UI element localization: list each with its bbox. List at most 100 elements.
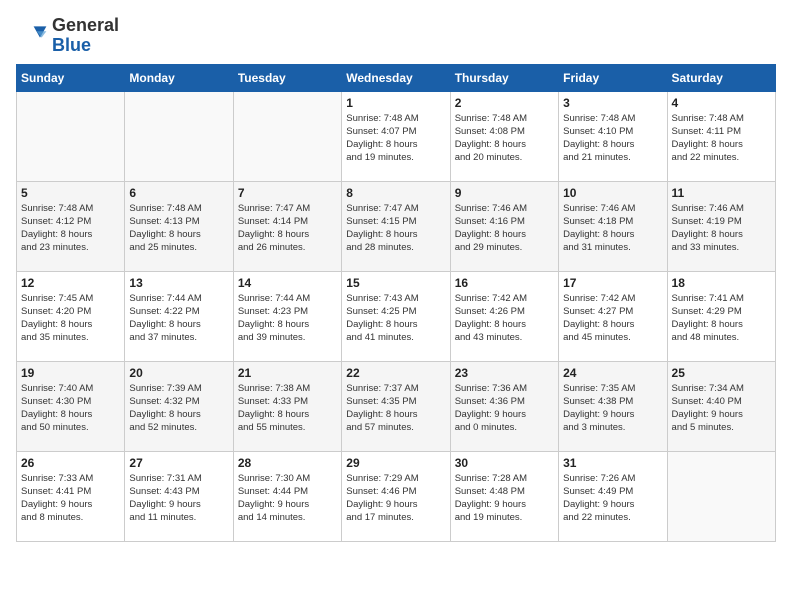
day-info: Sunrise: 7:40 AM Sunset: 4:30 PM Dayligh… xyxy=(21,382,120,435)
header-sunday: Sunday xyxy=(17,64,125,91)
day-info: Sunrise: 7:42 AM Sunset: 4:27 PM Dayligh… xyxy=(563,292,662,345)
day-cell: 11 Sunrise: 7:46 AM Sunset: 4:19 PM Dayli… xyxy=(667,181,775,271)
week-row-4: 26 Sunrise: 7:33 AM Sunset: 4:41 PM Dayli… xyxy=(17,451,776,541)
day-cell xyxy=(233,91,341,181)
day-number: 14 xyxy=(238,276,337,290)
day-info: Sunrise: 7:46 AM Sunset: 4:18 PM Dayligh… xyxy=(563,202,662,255)
day-info: Sunrise: 7:44 AM Sunset: 4:23 PM Dayligh… xyxy=(238,292,337,345)
day-info: Sunrise: 7:44 AM Sunset: 4:22 PM Dayligh… xyxy=(129,292,228,345)
week-row-1: 5 Sunrise: 7:48 AM Sunset: 4:12 PM Daylig… xyxy=(17,181,776,271)
day-number: 18 xyxy=(672,276,771,290)
logo-general: General xyxy=(52,16,119,36)
day-number: 29 xyxy=(346,456,445,470)
day-info: Sunrise: 7:48 AM Sunset: 4:10 PM Dayligh… xyxy=(563,112,662,165)
day-number: 6 xyxy=(129,186,228,200)
day-info: Sunrise: 7:26 AM Sunset: 4:49 PM Dayligh… xyxy=(563,472,662,525)
day-info: Sunrise: 7:35 AM Sunset: 4:38 PM Dayligh… xyxy=(563,382,662,435)
day-number: 26 xyxy=(21,456,120,470)
day-cell: 2 Sunrise: 7:48 AM Sunset: 4:08 PM Daylig… xyxy=(450,91,558,181)
day-number: 11 xyxy=(672,186,771,200)
day-info: Sunrise: 7:43 AM Sunset: 4:25 PM Dayligh… xyxy=(346,292,445,345)
day-info: Sunrise: 7:30 AM Sunset: 4:44 PM Dayligh… xyxy=(238,472,337,525)
day-number: 5 xyxy=(21,186,120,200)
day-info: Sunrise: 7:42 AM Sunset: 4:26 PM Dayligh… xyxy=(455,292,554,345)
day-cell: 21 Sunrise: 7:38 AM Sunset: 4:33 PM Dayli… xyxy=(233,361,341,451)
day-info: Sunrise: 7:33 AM Sunset: 4:41 PM Dayligh… xyxy=(21,472,120,525)
header-thursday: Thursday xyxy=(450,64,558,91)
day-number: 21 xyxy=(238,366,337,380)
day-cell: 4Sunrise: 7:48 AM Sunset: 4:11 PM Daylig… xyxy=(667,91,775,181)
header-row: SundayMondayTuesdayWednesdayThursdayFrid… xyxy=(17,64,776,91)
day-number: 31 xyxy=(563,456,662,470)
day-number: 15 xyxy=(346,276,445,290)
day-info: Sunrise: 7:48 AM Sunset: 4:08 PM Dayligh… xyxy=(455,112,554,165)
day-info: Sunrise: 7:29 AM Sunset: 4:46 PM Dayligh… xyxy=(346,472,445,525)
day-info: Sunrise: 7:47 AM Sunset: 4:15 PM Dayligh… xyxy=(346,202,445,255)
day-cell: 29 Sunrise: 7:29 AM Sunset: 4:46 PM Dayli… xyxy=(342,451,450,541)
day-cell: 20 Sunrise: 7:39 AM Sunset: 4:32 PM Dayli… xyxy=(125,361,233,451)
day-cell: 13 Sunrise: 7:44 AM Sunset: 4:22 PM Dayli… xyxy=(125,271,233,361)
week-row-0: 1Sunrise: 7:48 AM Sunset: 4:07 PM Daylig… xyxy=(17,91,776,181)
logo-icon xyxy=(16,20,48,52)
day-cell: 6 Sunrise: 7:48 AM Sunset: 4:13 PM Daylig… xyxy=(125,181,233,271)
day-cell: 7 Sunrise: 7:47 AM Sunset: 4:14 PM Daylig… xyxy=(233,181,341,271)
day-cell: 10 Sunrise: 7:46 AM Sunset: 4:18 PM Dayli… xyxy=(559,181,667,271)
day-cell xyxy=(17,91,125,181)
day-number: 24 xyxy=(563,366,662,380)
day-cell: 30Sunrise: 7:28 AM Sunset: 4:48 PM Dayli… xyxy=(450,451,558,541)
day-info: Sunrise: 7:34 AM Sunset: 4:40 PM Dayligh… xyxy=(672,382,771,435)
day-number: 8 xyxy=(346,186,445,200)
day-info: Sunrise: 7:48 AM Sunset: 4:12 PM Dayligh… xyxy=(21,202,120,255)
day-info: Sunrise: 7:39 AM Sunset: 4:32 PM Dayligh… xyxy=(129,382,228,435)
day-info: Sunrise: 7:48 AM Sunset: 4:07 PM Dayligh… xyxy=(346,112,445,165)
calendar-body: 1Sunrise: 7:48 AM Sunset: 4:07 PM Daylig… xyxy=(17,91,776,541)
header-wednesday: Wednesday xyxy=(342,64,450,91)
day-number: 20 xyxy=(129,366,228,380)
day-cell: 23Sunrise: 7:36 AM Sunset: 4:36 PM Dayli… xyxy=(450,361,558,451)
day-cell: 15 Sunrise: 7:43 AM Sunset: 4:25 PM Dayli… xyxy=(342,271,450,361)
day-info: Sunrise: 7:47 AM Sunset: 4:14 PM Dayligh… xyxy=(238,202,337,255)
day-cell: 27Sunrise: 7:31 AM Sunset: 4:43 PM Dayli… xyxy=(125,451,233,541)
day-number: 13 xyxy=(129,276,228,290)
day-cell: 28Sunrise: 7:30 AM Sunset: 4:44 PM Dayli… xyxy=(233,451,341,541)
day-info: Sunrise: 7:36 AM Sunset: 4:36 PM Dayligh… xyxy=(455,382,554,435)
day-number: 19 xyxy=(21,366,120,380)
day-number: 17 xyxy=(563,276,662,290)
day-cell: 25 Sunrise: 7:34 AM Sunset: 4:40 PM Dayli… xyxy=(667,361,775,451)
day-cell xyxy=(125,91,233,181)
header-friday: Friday xyxy=(559,64,667,91)
week-row-2: 12 Sunrise: 7:45 AM Sunset: 4:20 PM Dayli… xyxy=(17,271,776,361)
day-info: Sunrise: 7:45 AM Sunset: 4:20 PM Dayligh… xyxy=(21,292,120,345)
day-cell: 26 Sunrise: 7:33 AM Sunset: 4:41 PM Dayli… xyxy=(17,451,125,541)
day-number: 7 xyxy=(238,186,337,200)
day-cell: 8 Sunrise: 7:47 AM Sunset: 4:15 PM Daylig… xyxy=(342,181,450,271)
day-cell: 19 Sunrise: 7:40 AM Sunset: 4:30 PM Dayli… xyxy=(17,361,125,451)
calendar-table: SundayMondayTuesdayWednesdayThursdayFrid… xyxy=(16,64,776,542)
day-info: Sunrise: 7:48 AM Sunset: 4:13 PM Dayligh… xyxy=(129,202,228,255)
day-cell xyxy=(667,451,775,541)
logo-text: GeneralBlue xyxy=(52,16,119,56)
day-info: Sunrise: 7:38 AM Sunset: 4:33 PM Dayligh… xyxy=(238,382,337,435)
day-cell: 12 Sunrise: 7:45 AM Sunset: 4:20 PM Dayli… xyxy=(17,271,125,361)
day-info: Sunrise: 7:41 AM Sunset: 4:29 PM Dayligh… xyxy=(672,292,771,345)
day-number: 10 xyxy=(563,186,662,200)
day-number: 4 xyxy=(672,96,771,110)
calendar-header: SundayMondayTuesdayWednesdayThursdayFrid… xyxy=(17,64,776,91)
week-row-3: 19 Sunrise: 7:40 AM Sunset: 4:30 PM Dayli… xyxy=(17,361,776,451)
day-cell: 24 Sunrise: 7:35 AM Sunset: 4:38 PM Dayli… xyxy=(559,361,667,451)
day-number: 25 xyxy=(672,366,771,380)
day-info: Sunrise: 7:46 AM Sunset: 4:16 PM Dayligh… xyxy=(455,202,554,255)
day-number: 2 xyxy=(455,96,554,110)
day-info: Sunrise: 7:31 AM Sunset: 4:43 PM Dayligh… xyxy=(129,472,228,525)
day-number: 22 xyxy=(346,366,445,380)
day-cell: 9Sunrise: 7:46 AM Sunset: 4:16 PM Daylig… xyxy=(450,181,558,271)
logo: GeneralBlue xyxy=(16,16,119,56)
day-cell: 3Sunrise: 7:48 AM Sunset: 4:10 PM Daylig… xyxy=(559,91,667,181)
day-number: 12 xyxy=(21,276,120,290)
day-cell: 31 Sunrise: 7:26 AM Sunset: 4:49 PM Dayli… xyxy=(559,451,667,541)
logo-blue-text: Blue xyxy=(52,35,91,55)
day-info: Sunrise: 7:46 AM Sunset: 4:19 PM Dayligh… xyxy=(672,202,771,255)
day-cell: 14 Sunrise: 7:44 AM Sunset: 4:23 PM Dayli… xyxy=(233,271,341,361)
header-saturday: Saturday xyxy=(667,64,775,91)
day-info: Sunrise: 7:37 AM Sunset: 4:35 PM Dayligh… xyxy=(346,382,445,435)
